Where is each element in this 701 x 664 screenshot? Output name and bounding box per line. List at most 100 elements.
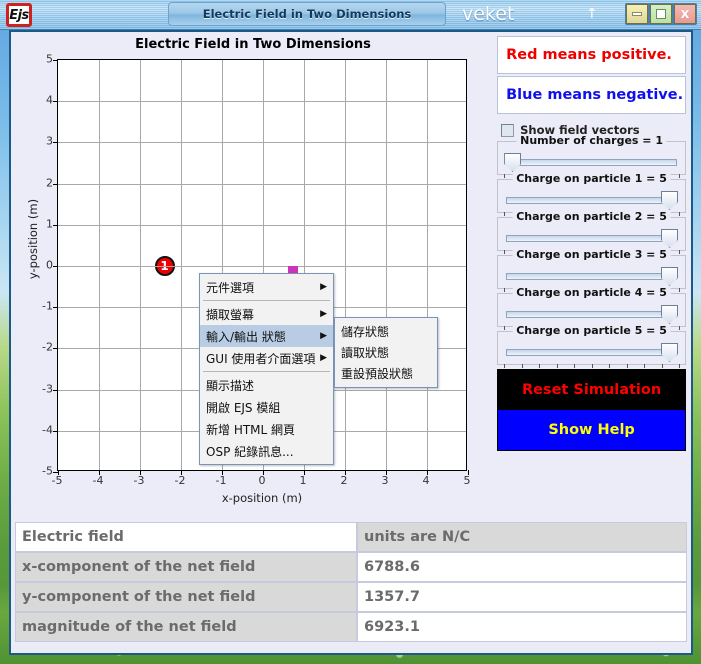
grid-line-vertical [345, 60, 346, 470]
x-tick-label: 1 [299, 474, 307, 487]
table-cell-value: 1357.7 [357, 582, 687, 612]
slider-track[interactable] [506, 159, 677, 166]
slider-track[interactable] [506, 273, 677, 280]
y-tick-label: 1 [46, 217, 53, 231]
field-values-table: Electric field units are N/C x-component o… [15, 522, 687, 642]
slider-number-of-charges[interactable]: Number of charges = 1 [497, 134, 686, 178]
y-tick-label: -3 [42, 382, 53, 396]
context-submenu-item[interactable]: 儲存狀態 [335, 321, 437, 342]
x-tick-label: -5 [51, 474, 63, 487]
context-menu-item[interactable]: 顯示描述 [200, 374, 333, 396]
y-axis-tick [53, 142, 58, 144]
context-menu-item[interactable]: OSP 紀錄訊息... [200, 440, 333, 462]
table-cell-value: units are N/C [357, 522, 687, 552]
slider-track[interactable] [506, 311, 677, 318]
slider-thumb[interactable] [661, 305, 678, 324]
context-menu-item-label: GUI 使用者介面選項 [206, 351, 316, 366]
grid-line-vertical [181, 60, 182, 470]
chevron-right-icon: ▶ [320, 309, 327, 319]
x-tick-label: 4 [422, 474, 430, 487]
up-arrow-icon[interactable]: ↑ [586, 7, 598, 21]
slider-charge-on-particle-4[interactable]: Charge on particle 4 = 5 [497, 286, 686, 330]
grid-line-vertical [99, 60, 100, 470]
y-tick-label: 0 [46, 258, 53, 272]
y-axis-tick [53, 389, 58, 391]
y-tick-label: -5 [42, 464, 53, 478]
plot-title: Electric Field in Two Dimensions [135, 37, 371, 52]
context-menu-item[interactable]: 開啟 EJS 模組 [200, 396, 333, 418]
slider-label: Charge on particle 3 = 5 [512, 248, 671, 261]
y-tick-label: 2 [46, 176, 53, 190]
legend-positive: Red means positive. [497, 36, 686, 74]
context-menu-item-label: 擷取螢幕 [206, 307, 255, 322]
slider-charge-on-particle-1[interactable]: Charge on particle 1 = 5 [497, 172, 686, 216]
grid-line-vertical [140, 60, 141, 470]
slider-label: Charge on particle 1 = 5 [512, 172, 671, 185]
plot-panel: Electric Field in Two Dimensions 1 -5 -4 -… [11, 32, 493, 517]
slider-thumb[interactable] [661, 267, 678, 286]
x-tick-label: 5 [463, 474, 471, 487]
y-tick-label: -4 [42, 423, 53, 437]
context-submenu-item-label: 儲存狀態 [341, 325, 390, 339]
chevron-right-icon: ▶ [320, 331, 327, 341]
slider-thumb[interactable] [504, 153, 522, 172]
table-row: Electric field units are N/C [15, 522, 687, 552]
context-menu-item[interactable]: 元件選項 ▶ [200, 276, 333, 298]
grid-line-horizontal [58, 224, 466, 226]
slider-track[interactable] [506, 235, 677, 242]
slider-charge-on-particle-2[interactable]: Charge on particle 2 = 5 [497, 210, 686, 254]
slider-thumb[interactable] [661, 343, 678, 362]
y-axis-tick [53, 224, 58, 226]
control-panel: Red means positive. Blue means negative.… [492, 32, 691, 517]
maximize-button[interactable] [650, 4, 672, 24]
table-row: x-component of the net field 6788.6 [15, 552, 687, 582]
y-axis-title: y-position (m) [26, 198, 40, 280]
window-title: Electric Field in Two Dimensions [168, 2, 446, 26]
y-axis-tick [53, 430, 58, 432]
slider-tick-marks [504, 364, 680, 369]
grid-line-vertical [386, 60, 387, 470]
context-menu-item-label: 顯示描述 [206, 378, 255, 393]
application-body: Electric Field in Two Dimensions 1 -5 -4 -… [11, 32, 691, 517]
slider-thumb[interactable] [661, 191, 678, 210]
slider-charge-on-particle-5[interactable]: Charge on particle 5 = 5 [497, 324, 686, 368]
context-submenu-item[interactable]: 讀取狀態 [335, 342, 437, 363]
y-tick-label: -1 [42, 299, 53, 313]
y-tick-label: 5 [46, 52, 53, 66]
slider-track[interactable] [506, 197, 677, 204]
minimize-button[interactable] [626, 4, 648, 24]
x-tick-label: -1 [215, 474, 227, 487]
application-window: Electric Field in Two Dimensions 1 -5 -4 -… [9, 30, 693, 655]
slider-charge-on-particle-3[interactable]: Charge on particle 3 = 5 [497, 248, 686, 292]
context-menu-item[interactable]: 新增 HTML 網頁 [200, 418, 333, 440]
y-tick-label: 4 [46, 93, 53, 107]
legend-negative: Blue means negative. [497, 76, 686, 114]
slider-track[interactable] [506, 349, 677, 356]
table-cell-value: 6923.1 [357, 612, 687, 642]
x-tick-label: -4 [92, 474, 104, 487]
chevron-right-icon: ▶ [320, 282, 327, 292]
reset-simulation-button[interactable]: Reset Simulation [497, 369, 686, 410]
table-cell-label: y-component of the net field [15, 582, 357, 612]
table-cell-label: Electric field [15, 522, 357, 552]
y-tick-label: -2 [42, 340, 53, 354]
y-axis-tick [53, 60, 58, 61]
context-submenu-item[interactable]: 重設預設狀態 [335, 363, 437, 384]
table-row: y-component of the net field 1357.7 [15, 582, 687, 612]
mouse-cursor-artifact [288, 266, 298, 273]
table-cell-label: x-component of the net field [15, 552, 357, 582]
close-button[interactable]: X [674, 4, 696, 24]
show-help-button[interactable]: Show Help [497, 410, 686, 451]
slider-thumb[interactable] [661, 229, 678, 248]
context-menu-item[interactable]: GUI 使用者介面選項 ▶ [200, 347, 333, 369]
window-titlebar: Ejs Electric Field in Two Dimensions vek… [0, 0, 701, 30]
show-field-vectors-checkbox[interactable] [501, 123, 515, 137]
context-menu-item[interactable]: 輸入/輸出 狀態 ▶ [200, 325, 333, 347]
context-submenu-io-state[interactable]: 儲存狀態讀取狀態重設預設狀態 [334, 317, 438, 388]
context-submenu-item-label: 讀取狀態 [341, 346, 390, 360]
context-menu-item[interactable]: 擷取螢幕 ▶ [200, 303, 333, 325]
y-axis-tick [53, 183, 58, 185]
context-menu[interactable]: 元件選項 ▶ 擷取螢幕 ▶ 輸入/輸出 狀態 ▶ GUI 使用者介面選項 ▶ 顯示描述 開啟 EJ… [199, 273, 334, 465]
y-axis-tick [53, 348, 58, 350]
table-row: magnitude of the net field 6923.1 [15, 612, 687, 642]
